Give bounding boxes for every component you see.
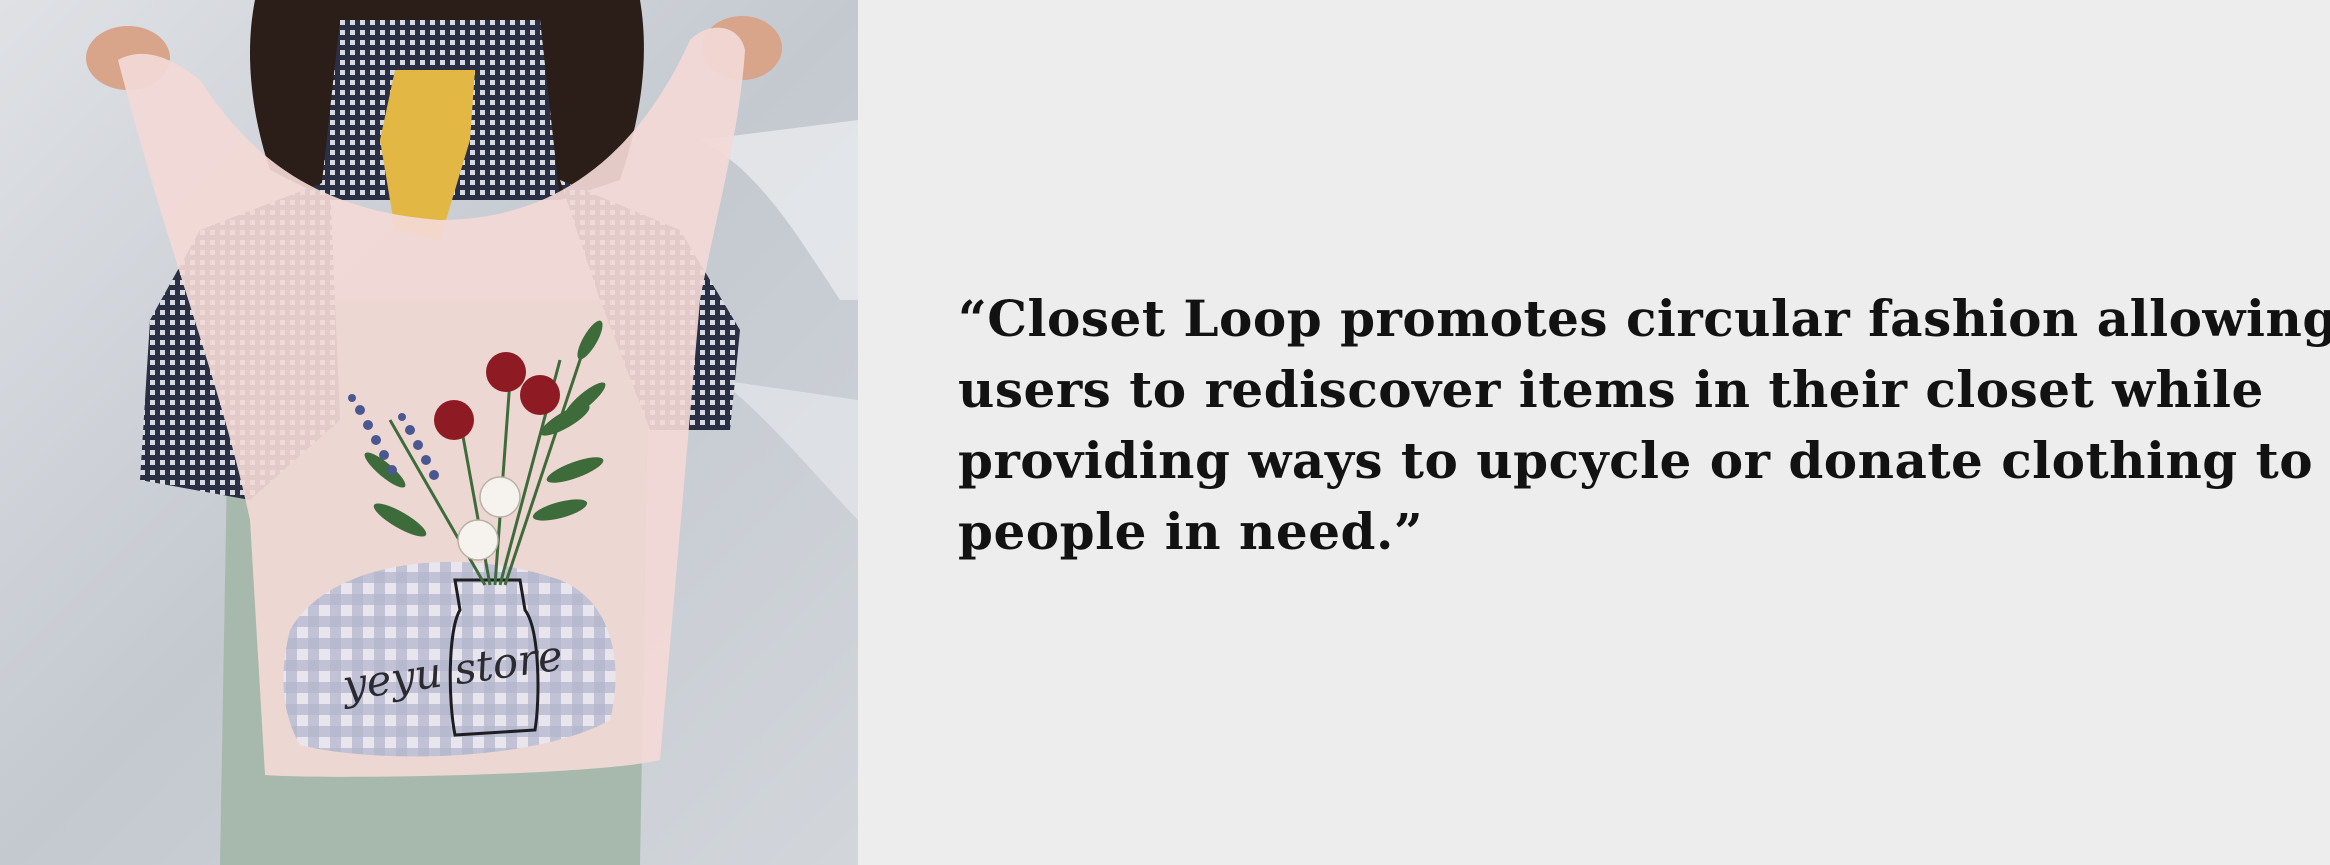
photo-illustration: yeyu store — [0, 0, 858, 865]
quote-line: providing ways to upcycle or donate clot… — [958, 431, 2314, 490]
quote-line: people in need.” — [958, 502, 1424, 561]
quote-panel: “Closet Loop promotes circular fashion a… — [858, 0, 2330, 865]
quote-line: “Closet Loop promotes circular fashion a… — [958, 289, 2330, 348]
quote-line: users to rediscover items in their close… — [958, 360, 2264, 419]
slide: yeyu store “Closet Loop promotes circula… — [0, 0, 2330, 865]
tote-bag-photo: yeyu store — [0, 0, 858, 865]
quote-text: “Closet Loop promotes circular fashion a… — [958, 283, 2330, 567]
